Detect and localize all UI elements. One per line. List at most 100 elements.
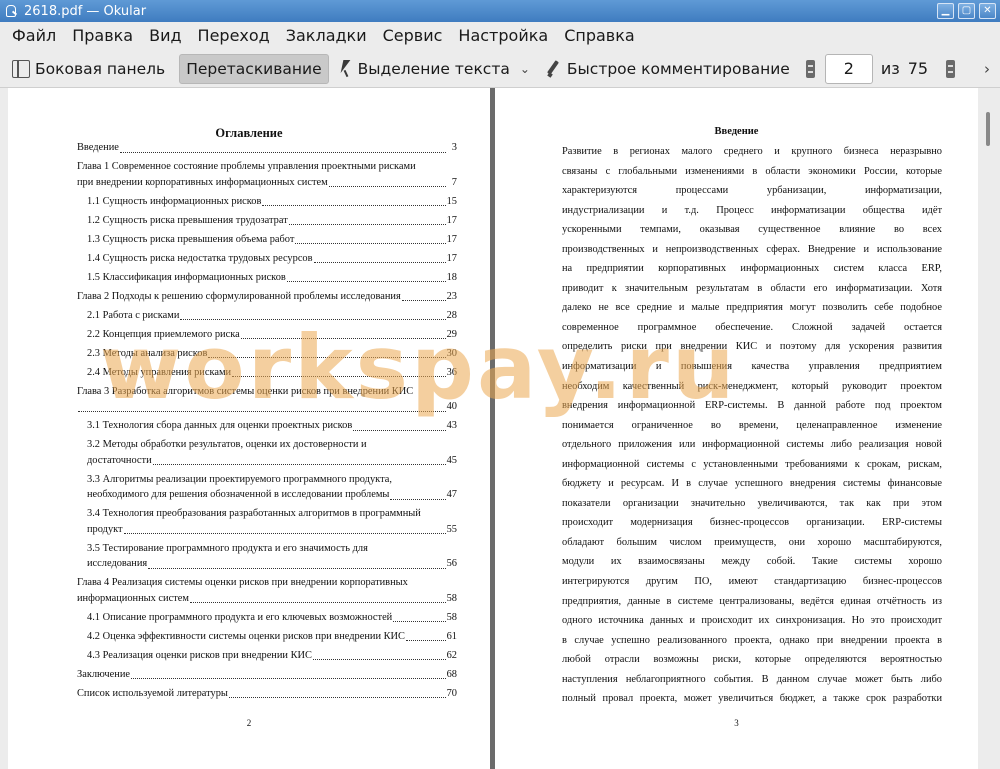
toc-leader-dots	[228, 697, 446, 698]
toc-entry-title: 2.2 Концепция приемлемого риска	[87, 328, 240, 340]
toc-entry-page: 58	[446, 611, 457, 623]
toc-entry[interactable]: Список используемой литературы 70	[77, 686, 457, 702]
toc-leader-dots	[262, 205, 446, 206]
toc-entry-title: 1.1 Сущность информационных рисков	[87, 195, 262, 207]
sidebar-toggle-button[interactable]: Боковая панель	[6, 54, 171, 84]
menu-tools[interactable]: Сервис	[375, 22, 451, 50]
sidebar-toggle-label: Боковая панель	[35, 59, 166, 78]
toc-leader-dots	[240, 338, 446, 339]
toc-entry[interactable]: 3.2 Методы обработки результатов, оценки…	[77, 437, 457, 468]
toc-leader-dots	[406, 640, 446, 641]
maximize-icon[interactable]: ▢	[958, 3, 975, 19]
body-text-line: далеко не все средние и малые предприяти…	[562, 302, 942, 314]
toc-entry[interactable]: 1.2 Сущность риска превышения трудозатра…	[77, 213, 457, 229]
page-number-footer: 2	[246, 718, 252, 728]
toc-entry[interactable]: 1.3 Сущность риска превышения объема раб…	[77, 232, 457, 248]
toc-entry-page: 36	[446, 366, 457, 378]
toc-entry[interactable]: 4.3 Реализация оценки рисков при внедрен…	[77, 648, 457, 664]
menu-edit[interactable]: Правка	[64, 22, 141, 50]
intro-title: Введение	[714, 126, 759, 137]
body-text-line: показатели организации значительно увели…	[562, 497, 942, 509]
toc-leader-dots	[313, 262, 446, 263]
toc-entry-title: информационных систем	[77, 592, 189, 604]
menu-bookmarks[interactable]: Закладки	[278, 22, 375, 50]
toc-entry[interactable]: Глава 3 Разработка алгоритмов системы оц…	[77, 384, 457, 415]
toolbar-overflow-icon[interactable]: ›	[984, 60, 990, 78]
toc-entry-title: 2.3 Методы анализа рисков	[87, 347, 208, 359]
toc-title: Оглавление	[215, 126, 283, 140]
toc-entry-page: 68	[446, 668, 457, 680]
drag-mode-button[interactable]: Перетаскивание	[179, 53, 329, 84]
body-text-line: характеризуются процессами урбанизации, …	[562, 185, 942, 197]
menu-file[interactable]: Файл	[4, 22, 64, 50]
menu-help[interactable]: Справка	[556, 22, 643, 50]
body-text-line: интегрируются другим ПО, имеют стандарти…	[562, 576, 942, 588]
menu-go[interactable]: Переход	[190, 22, 278, 50]
toc-entry-page: 17	[446, 252, 457, 264]
toc-entry-page: 45	[446, 454, 457, 466]
close-icon[interactable]: ✕	[979, 3, 996, 19]
toc-leader-dots	[390, 498, 446, 500]
document-view[interactable]: Оглавление Введение 3 Глава 1 Современное …	[0, 88, 1000, 769]
toc-entry-title: 2.1 Работа с рисками	[87, 309, 180, 321]
toc-entry[interactable]: 3.5 Тестирование программного продукта и…	[77, 541, 457, 572]
toc-entry[interactable]: 3.3 Алгоритмы реализации проектируемого …	[77, 472, 457, 503]
page-number-input[interactable]	[824, 53, 873, 84]
toc-leader-dots	[119, 151, 446, 153]
body-text-line: предприятия, данные в системе централизо…	[562, 595, 942, 607]
text-select-button[interactable]: Выделение текста ⌄	[335, 54, 540, 84]
toc-entry[interactable]: 2.1 Работа с рисками 28	[77, 308, 457, 324]
toc-entry-title: 4.2 Оценка эффективности системы оценки …	[87, 630, 405, 642]
body-text-line: информатизации и повышения качества упра…	[562, 361, 942, 373]
toc-entry[interactable]: 2.4 Методы управления рисками 36	[77, 365, 457, 381]
toc-entry[interactable]: 2.3 Методы анализа рисков 30	[77, 346, 457, 362]
toc-entry-title: 1.5 Классификация информационных рисков	[87, 271, 286, 283]
body-text-line: обладают большим числом преимуществ, они…	[562, 536, 942, 548]
toc-entry[interactable]: 1.5 Классификация информационных рисков 1…	[77, 270, 457, 286]
toc-entry-title: необходимого для решения обозначенной в …	[87, 489, 390, 500]
toc-entry-page: 29	[446, 328, 457, 340]
toc-leader-dots	[295, 243, 446, 244]
toc-entry[interactable]: 4.2 Оценка эффективности системы оценки …	[77, 629, 457, 645]
toc-entry[interactable]: Заключение 68	[77, 667, 457, 683]
toc-entry[interactable]: 2.2 Концепция приемлемого риска 29	[77, 327, 457, 343]
toc-leader-dots	[288, 224, 446, 225]
page-number-footer: 3	[734, 718, 739, 728]
toc-entry[interactable]: 3.4 Технология преобразования разработан…	[77, 506, 457, 537]
toc-entry[interactable]: 1.4 Сущность риска недостатка трудовых р…	[77, 251, 457, 267]
toc-leader-dots	[286, 281, 446, 282]
toc-entry-page: 23	[446, 290, 457, 302]
toc-entry-title: Глава 2 Подходы к решению сформулированн…	[77, 290, 401, 302]
toc-entry[interactable]: Глава 4 Реализация системы оценки рисков…	[77, 575, 457, 606]
next-page-icon[interactable]	[946, 59, 956, 78]
toc-leader-dots	[123, 533, 446, 534]
toc-entry-page: 17	[446, 233, 457, 245]
toc-entry[interactable]: 4.1 Описание программного продукта и его…	[77, 610, 457, 626]
previous-page-icon[interactable]	[805, 59, 815, 78]
minimize-icon[interactable]: ▁	[937, 3, 954, 19]
toc-entry-title: 2.4 Методы управления рисками	[87, 366, 232, 378]
menu-view[interactable]: Вид	[141, 22, 189, 50]
toc-entry-title: Список используемой литературы	[77, 687, 228, 699]
body-text-line: связаны с глобальными изменениями в обла…	[562, 165, 942, 177]
menu-settings[interactable]: Настройка	[450, 22, 556, 50]
scrollbar-thumb[interactable]	[986, 112, 990, 146]
toc-leader-dots	[232, 376, 446, 377]
toc-entry[interactable]: Глава 2 Подходы к решению сформулированн…	[77, 289, 457, 305]
toc-entry[interactable]: Глава 1 Современное состояние проблемы у…	[77, 159, 457, 190]
body-text-line: модули их взаимосвязаны между собой. Так…	[562, 556, 942, 568]
chevron-down-icon[interactable]: ⌄	[520, 62, 530, 76]
sidebar-icon	[12, 59, 30, 78]
toc-entry[interactable]: 1.1 Сущность информационных рисков 15	[77, 194, 457, 210]
toc-entry[interactable]: 3.1 Технология сбора данных для оценки п…	[77, 418, 457, 434]
toc-entry-page: 55	[446, 523, 457, 535]
page-total-label: 75	[907, 59, 929, 78]
okular-app-icon	[4, 4, 18, 18]
toc-leader-dots	[401, 300, 446, 301]
toc-entry[interactable]: Введение 3	[77, 140, 457, 156]
vertical-scrollbar[interactable]	[978, 88, 1000, 769]
page-3: Введение Развитие в регионах малого сред…	[495, 88, 978, 769]
quick-annotate-button[interactable]: Быстрое комментирование	[540, 54, 796, 84]
body-text-line: приводит к значительным результатам в об…	[562, 282, 942, 294]
toc-entry-page: 47	[446, 489, 457, 500]
